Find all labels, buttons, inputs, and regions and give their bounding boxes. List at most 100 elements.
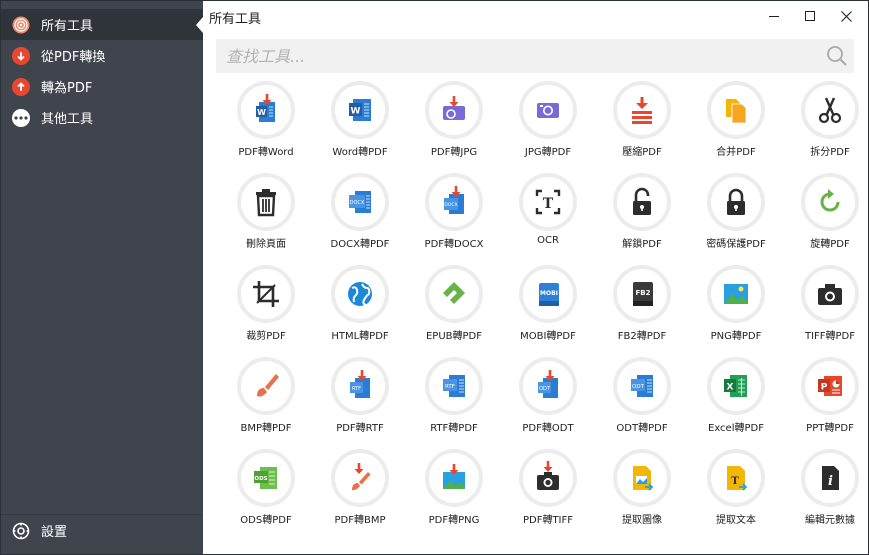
tool-brush[interactable]: BMP轉PDF — [219, 357, 313, 447]
tool-pdf-to-png[interactable]: PDF轉PNG — [407, 449, 501, 539]
tool-label: JPG轉PDF — [524, 147, 572, 158]
tool-pdf-to-rtf[interactable]: RTF PDF轉RTF — [313, 357, 407, 447]
tool-label: HTML轉PDF — [331, 331, 389, 342]
tool-label: PNG轉PDF — [710, 331, 762, 342]
tool-compress[interactable]: 壓縮PDF — [595, 81, 689, 171]
search-bar — [216, 39, 854, 73]
sidebar-item-label: 從PDF轉換 — [41, 50, 106, 65]
mobi-icon: MOBI — [523, 269, 573, 319]
tool-icon-ring — [801, 265, 859, 323]
tool-label: 提取文本 — [716, 515, 756, 526]
unlock-icon — [617, 177, 667, 227]
maximize-button[interactable] — [795, 4, 825, 28]
tool-icon-ring — [801, 173, 859, 231]
tool-label: Excel轉PDF — [708, 423, 764, 434]
sidebar-item-label: 其他工具 — [41, 112, 94, 127]
tool-docx-to-pdf[interactable]: DOCX DOCX轉PDF — [313, 173, 407, 263]
tool-rtf-to-pdf[interactable]: RTF RTF轉PDF — [407, 357, 501, 447]
tool-excel[interactable]: X Excel轉PDF — [689, 357, 783, 447]
tool-rotate[interactable]: 旋轉PDF — [783, 173, 869, 263]
tool-label: EPUB轉PDF — [425, 331, 482, 342]
search-input[interactable] — [216, 39, 816, 73]
sidebar-item-settings[interactable]: 設置 — [1, 515, 203, 546]
sidebar-item-label: 所有工具 — [41, 19, 94, 34]
excel-icon: X — [711, 361, 761, 411]
close-icon — [840, 10, 852, 22]
tool-pdf-to-bmp[interactable]: PDF轉BMP — [313, 449, 407, 539]
app-window: 所有工具 從PDF轉換 轉為PDF 其他工具 設置 所有工具 查找工具... W… — [0, 0, 869, 555]
minimize-icon — [769, 16, 779, 17]
sidebar-item-other-tools[interactable]: 其他工具 — [1, 102, 203, 133]
search-icon[interactable] — [826, 45, 848, 67]
tool-ods[interactable]: ODS ODS轉PDF — [219, 449, 313, 539]
tool-icon-ring: ODT — [613, 357, 671, 415]
tool-icon-ring: RTF — [331, 357, 389, 415]
globe-icon — [335, 269, 385, 319]
tool-icon-ring — [707, 173, 765, 231]
tool-label: 刪除頁面 — [246, 239, 286, 250]
tool-icon-ring — [237, 357, 295, 415]
tool-odt-to-pdf[interactable]: ODT ODT轉PDF — [595, 357, 689, 447]
tool-png[interactable]: PNG轉PDF — [689, 265, 783, 355]
tool-icon-ring — [707, 81, 765, 139]
tool-label: 合并PDF — [716, 147, 756, 158]
tool-icon-ring: i — [801, 449, 859, 507]
tool-crop[interactable]: 裁剪PDF — [219, 265, 313, 355]
tool-extract-image[interactable]: 提取圖像 — [595, 449, 689, 539]
tool-icon-ring — [425, 265, 483, 323]
svg-text:DOCX: DOCX — [350, 200, 365, 206]
tool-label: FB2轉PDF — [617, 331, 667, 342]
tool-label: PPT轉PDF — [806, 423, 854, 434]
tool-label: PDF轉PNG — [428, 515, 480, 526]
tool-jpg-to-pdf[interactable]: JPG轉PDF — [501, 81, 595, 171]
tool-mobi[interactable]: MOBI MOBI轉PDF — [501, 265, 595, 355]
tool-pdf-to-odt[interactable]: ODT PDF轉ODT — [501, 357, 595, 447]
tool-label: 解鎖PDF — [622, 239, 662, 250]
svg-text:FB2: FB2 — [636, 289, 651, 297]
tool-extract-text[interactable]: T 提取文本 — [689, 449, 783, 539]
tool-pdf-to-tiff[interactable]: PDF轉TIFF — [501, 449, 595, 539]
docx-to-pdf-icon: DOCX — [335, 177, 385, 227]
tool-label: 壓縮PDF — [622, 147, 662, 158]
close-button[interactable] — [831, 4, 861, 28]
tool-label: 裁剪PDF — [246, 331, 286, 342]
tool-icon-ring: RTF — [425, 357, 483, 415]
tool-lock[interactable]: 密碼保護PDF — [689, 173, 783, 263]
tool-icon-ring: T — [519, 173, 577, 231]
epub-icon — [429, 269, 479, 319]
tool-pdf-to-word[interactable]: W PDF轉Word — [219, 81, 313, 171]
tool-label: OCR — [537, 235, 559, 246]
minimize-button[interactable] — [759, 4, 789, 28]
tool-trash[interactable]: 刪除頁面 — [219, 173, 313, 263]
tool-label: 密碼保護PDF — [706, 239, 766, 250]
tool-globe[interactable]: HTML轉PDF — [313, 265, 407, 355]
svg-text:i: i — [828, 474, 833, 489]
tool-ocr[interactable]: T OCR — [501, 173, 595, 263]
tool-ppt[interactable]: P PPT轉PDF — [783, 357, 869, 447]
tool-icon-ring — [519, 449, 577, 507]
tool-fb2[interactable]: FB2 FB2轉PDF — [595, 265, 689, 355]
sidebar-item-all-tools[interactable]: 所有工具 — [1, 9, 203, 40]
sidebar-item-to-pdf[interactable]: 轉為PDF — [1, 71, 203, 102]
tool-merge[interactable]: 合并PDF — [689, 81, 783, 171]
tool-pdf-to-docx[interactable]: DOCX PDF轉DOCX — [407, 173, 501, 263]
tool-label: PDF轉BMP — [334, 515, 386, 526]
tool-icon-ring: P — [801, 357, 859, 415]
tool-scissors[interactable]: 拆分PDF — [783, 81, 869, 171]
tool-icon-ring: X — [707, 357, 765, 415]
tool-info[interactable]: i 編輯元數據 — [783, 449, 869, 539]
tool-pdf-to-jpg[interactable]: PDF轉JPG — [407, 81, 501, 171]
tool-label: PDF轉DOCX — [424, 239, 484, 250]
tool-label: PDF轉TIFF — [522, 515, 574, 526]
tool-icon-ring — [519, 81, 577, 139]
tool-camera[interactable]: TIFF轉PDF — [783, 265, 869, 355]
tool-epub[interactable]: EPUB轉PDF — [407, 265, 501, 355]
tool-label: BMP轉PDF — [240, 423, 292, 434]
sidebar-item-from-pdf[interactable]: 從PDF轉換 — [1, 40, 203, 71]
sidebar: 所有工具 從PDF轉換 轉為PDF 其他工具 設置 — [1, 1, 203, 554]
tool-icon-ring — [331, 449, 389, 507]
brush-icon — [241, 361, 291, 411]
tool-unlock[interactable]: 解鎖PDF — [595, 173, 689, 263]
tool-word-to-pdf[interactable]: W Word轉PDF — [313, 81, 407, 171]
svg-text:RTF: RTF — [352, 386, 361, 392]
